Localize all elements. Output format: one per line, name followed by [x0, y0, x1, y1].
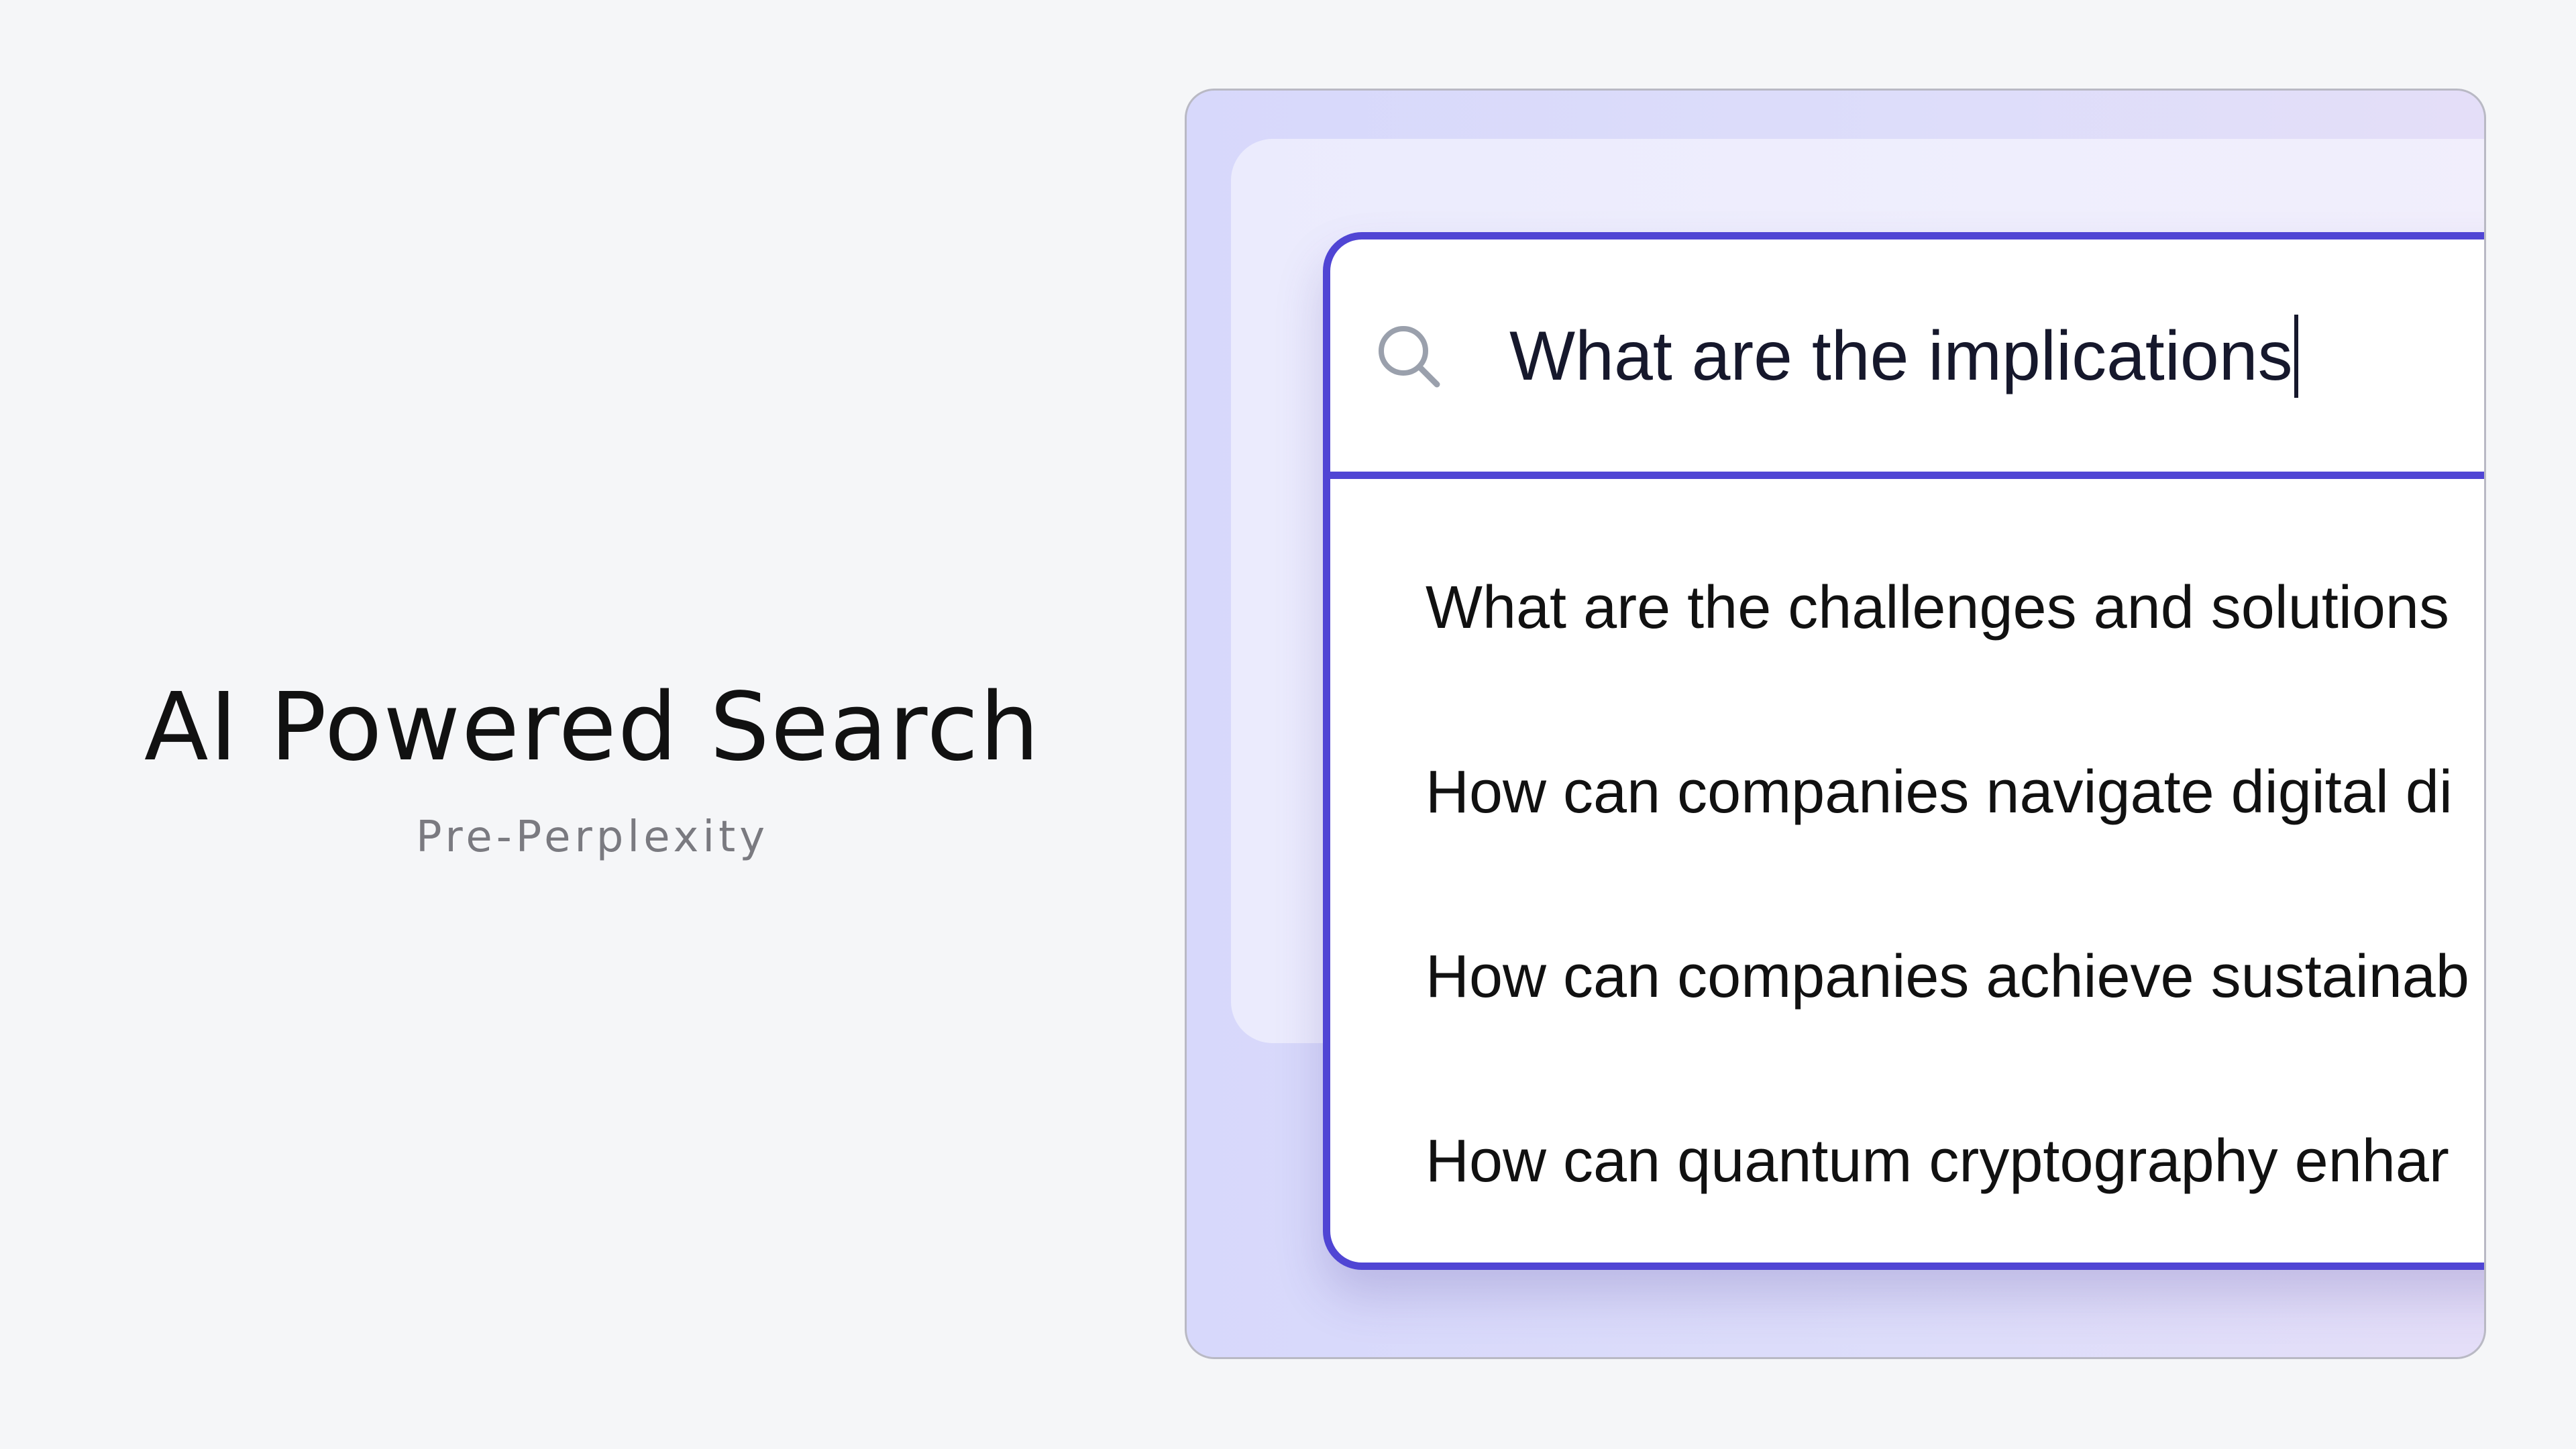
text-caret — [2294, 315, 2298, 398]
page-title: AI Powered Search — [144, 673, 1041, 782]
hero-section: AI Powered Search Pre-Perplexity — [0, 0, 1185, 1449]
suggestion-item[interactable]: How can quantum cryptography enhar — [1426, 1121, 2449, 1201]
search-showcase: What are the implications What are the c… — [1185, 89, 2486, 1359]
page-subtitle: Pre-Perplexity — [415, 812, 769, 862]
search-query-text: What are the implications — [1509, 317, 2293, 395]
search-icon — [1375, 323, 1442, 390]
search-input[interactable]: What are the implications — [1509, 315, 2298, 398]
suggestion-item[interactable]: What are the challenges and solutions — [1426, 568, 2449, 648]
suggestion-item[interactable]: How can companies achieve sustainab — [1426, 936, 2469, 1017]
suggestion-item[interactable]: How can companies navigate digital di — [1426, 752, 2453, 833]
search-bar[interactable]: What are the implications — [1330, 239, 2484, 479]
search-panel: What are the implications What are the c… — [1323, 232, 2484, 1270]
